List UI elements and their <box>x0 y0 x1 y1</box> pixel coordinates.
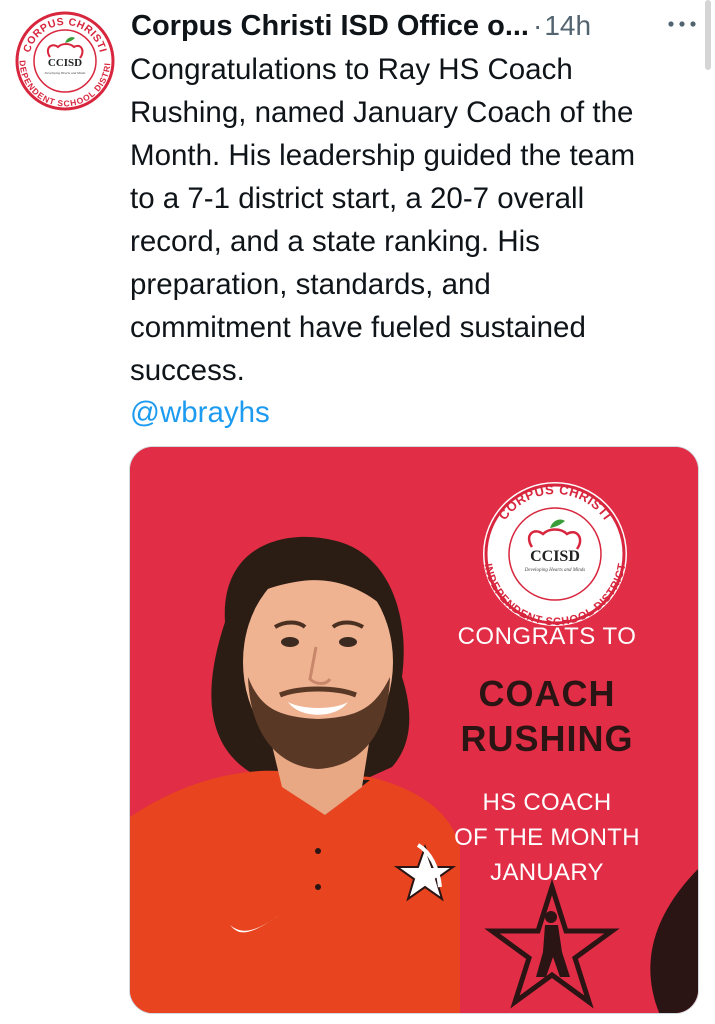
logo-tagline: Developing Hearts and Minds <box>44 71 87 75</box>
ccisd-logo-graphic: CORPUS CHRISTI INDEPENDENT SCHOOL DISTRI… <box>482 482 629 628</box>
profile-avatar[interactable]: CORPUS CHRISTI INDEPENDENT SCHOOL DISTRI… <box>14 10 116 112</box>
graphic-award-line2: OF THE MONTH <box>454 824 640 851</box>
more-options-button[interactable] <box>662 12 702 36</box>
header-separator: · <box>533 10 543 41</box>
author-name[interactable]: Corpus Christi ISD Office o... <box>131 10 529 43</box>
more-horizontal-icon <box>668 21 696 27</box>
scrollbar[interactable] <box>705 0 711 70</box>
graphic-coach-title: COACH <box>478 673 616 714</box>
graphic-award-text: HS COACH OF THE MONTH JANUARY <box>430 785 664 890</box>
ccisd-logo-avatar: CORPUS CHRISTI INDEPENDENT SCHOOL DISTRI… <box>14 10 115 111</box>
graphic-coach-name: COACH RUSHING <box>430 671 664 761</box>
graphic-coach-surname: RUSHING <box>460 718 634 759</box>
tweet-media-image[interactable]: CORPUS CHRISTI INDEPENDENT SCHOOL DISTRI… <box>129 446 699 1014</box>
tweet-text: Congratulations to Ray HS Coach Rushing,… <box>130 53 636 387</box>
logo-abbr: CCISD <box>48 57 82 69</box>
graphic-logo-tagline: Developing Hearts and Minds <box>524 568 585 573</box>
tweet-header: Corpus Christi ISD Office o... · 14h <box>131 6 701 46</box>
tweet-timestamp[interactable]: 14h <box>544 10 591 42</box>
graphic-award-line1: HS COACH <box>482 789 612 816</box>
mention-link[interactable]: @wbrayhs <box>130 391 270 434</box>
graphic-award-month: JANUARY <box>490 859 604 886</box>
graphic-congrats-text: CONGRATS TO <box>457 623 637 650</box>
graphic-logo-abbr: CCISD <box>530 548 580 565</box>
